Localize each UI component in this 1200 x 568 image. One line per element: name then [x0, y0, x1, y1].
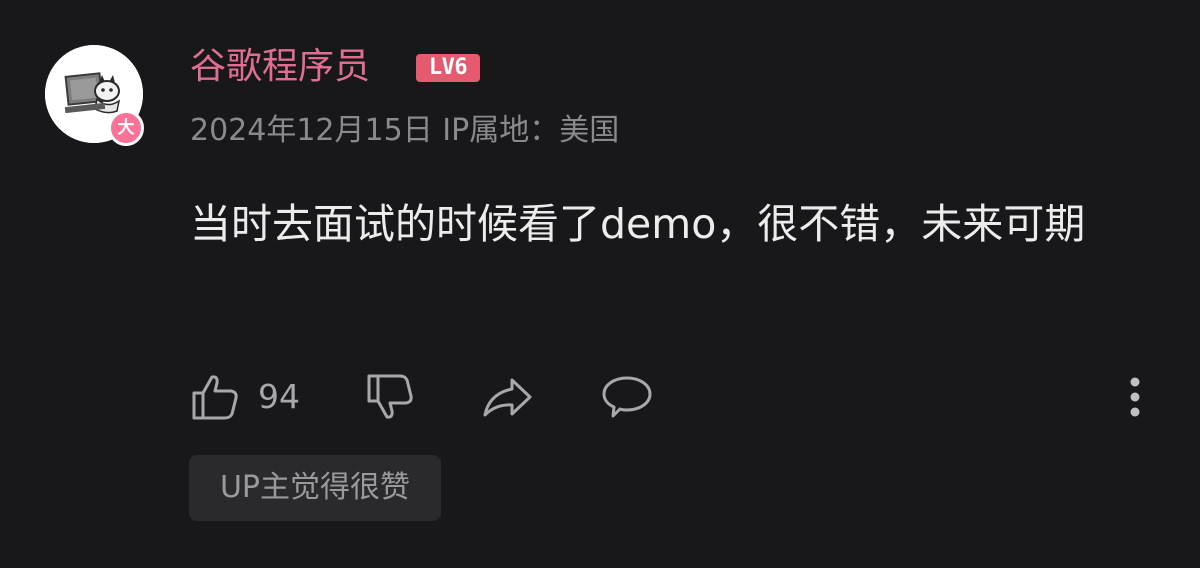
share-button[interactable]: [480, 372, 536, 422]
reply-bubble-icon: [602, 376, 652, 418]
thumbs-down-icon: [367, 374, 413, 419]
more-button[interactable]: [1120, 372, 1150, 422]
thumbs-up-icon: [192, 375, 238, 420]
avatar-level-badge: 大: [108, 110, 144, 146]
more-vertical-icon: [1130, 377, 1140, 417]
like-count: 94: [258, 377, 300, 416]
comment-text: 当时去面试的时候看了demo，很不错，未来可期: [190, 200, 1086, 248]
comment-card: 大 谷歌程序员 LV6 2024年12月15日 IP属地：美国 当时去面试的时候…: [0, 0, 1200, 568]
comment-date: 2024年12月15日: [190, 113, 433, 148]
level-badge: LV6: [416, 54, 480, 82]
up-liked-badge: UP主觉得很赞: [189, 455, 441, 521]
reply-button[interactable]: [600, 372, 654, 422]
comment-meta: 2024年12月15日 IP属地：美国: [190, 110, 619, 152]
action-bar: 94: [190, 372, 1180, 422]
like-button[interactable]: 94: [190, 372, 300, 422]
share-icon: [483, 378, 532, 417]
username[interactable]: 谷歌程序员: [190, 42, 370, 92]
dislike-button[interactable]: [365, 372, 415, 422]
ip-location: IP属地：美国: [442, 113, 620, 148]
